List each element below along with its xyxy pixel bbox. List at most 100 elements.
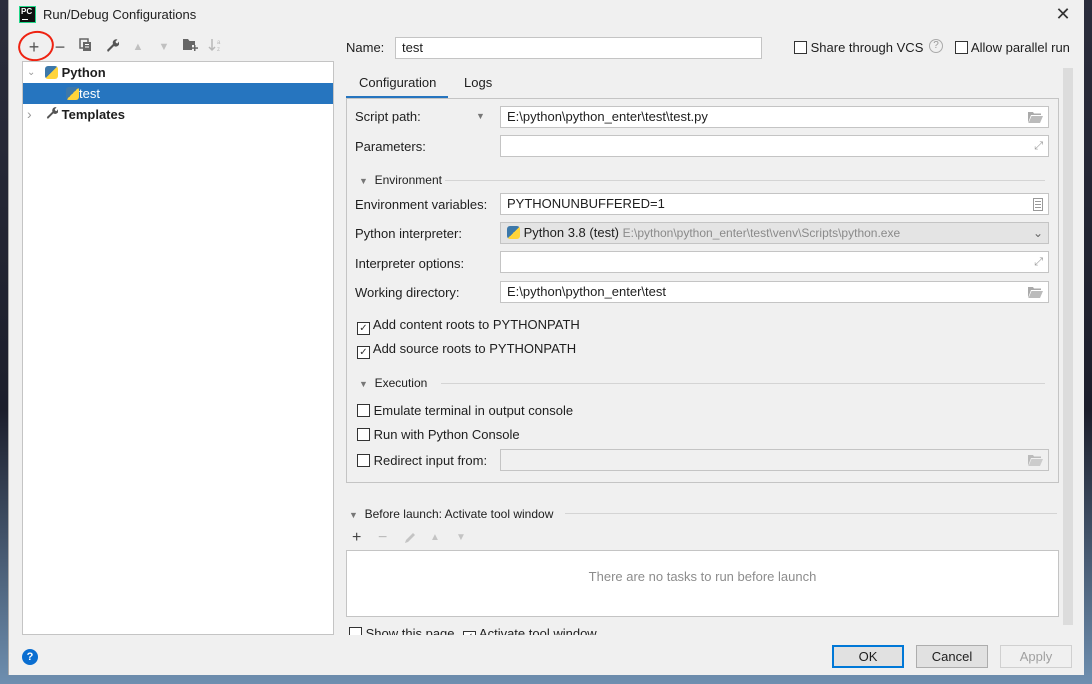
section-divider: [565, 513, 1057, 514]
checkbox-box[interactable]: [794, 41, 807, 54]
tree-item-label: Templates: [61, 107, 125, 122]
share-vcs-checkbox[interactable]: Share through VCS: [794, 40, 923, 55]
folder-icon[interactable]: [1028, 107, 1043, 127]
activate-tool-checkbox[interactable]: ✓ Activate tool window: [463, 626, 597, 635]
python-icon: [66, 87, 79, 100]
before-launch-header[interactable]: ▼ Before launch: Activate tool window: [349, 507, 553, 521]
folder-icon[interactable]: [1028, 282, 1043, 302]
redirect-input-checkbox[interactable]: Redirect input from:: [357, 453, 487, 468]
checkbox-checked[interactable]: ✓: [463, 631, 476, 635]
allow-parallel-label: Allow parallel run: [970, 40, 1070, 55]
working-dir-input[interactable]: E:\python\python_enter\test: [500, 281, 1049, 303]
script-path-value: E:\python\python_enter\test\test.py: [507, 109, 708, 124]
new-folder-icon[interactable]: [181, 38, 199, 56]
configuration-tree: ⌄ Python test › Templates: [22, 61, 334, 635]
section-divider: [441, 383, 1045, 384]
name-label-text: Name:: [346, 40, 385, 55]
name-label: Name:: [346, 40, 384, 55]
title-bar: PC Run/Debug Configurations ✕: [9, 0, 1084, 30]
script-path-label: Script path:: [355, 109, 421, 124]
app-icon-text: PC: [21, 7, 33, 16]
folder-icon: [1028, 450, 1043, 470]
tab-logs[interactable]: Logs: [464, 72, 492, 98]
interpreter-label: Python interpreter:: [355, 226, 462, 241]
checkbox-box[interactable]: [955, 41, 968, 54]
window-title: Run/Debug Configurations: [43, 7, 197, 22]
wrench-icon: [45, 104, 59, 125]
pycharm-app-icon: PC: [19, 6, 36, 23]
checkbox-box[interactable]: [357, 428, 370, 441]
execution-section-label: Execution: [374, 376, 428, 390]
add-source-roots-checkbox[interactable]: ✓ Add source roots to PYTHONPATH: [357, 341, 576, 359]
working-dir-label: Working directory:: [355, 285, 460, 300]
redirect-input-field: [500, 449, 1049, 471]
collapse-triangle-icon: ▼: [349, 510, 358, 520]
cancel-button[interactable]: Cancel: [916, 645, 988, 668]
apply-button: Apply: [1000, 645, 1072, 668]
allow-parallel-checkbox[interactable]: Allow parallel run: [955, 40, 1070, 55]
tree-item-test[interactable]: test: [23, 83, 333, 104]
wrench-icon[interactable]: [103, 38, 121, 56]
env-vars-input[interactable]: PYTHONUNBUFFERED=1: [500, 193, 1049, 215]
tree-item-templates[interactable]: › Templates: [23, 104, 333, 125]
expand-icon[interactable]: ⤢: [1034, 136, 1043, 156]
edit-list-icon[interactable]: [1033, 194, 1043, 214]
share-vcs-label: Share through VCS: [810, 40, 924, 55]
vertical-scrollbar[interactable]: [1063, 68, 1073, 625]
chevron-down-icon[interactable]: ⌄: [1033, 223, 1043, 243]
env-vars-value: PYTHONUNBUFFERED=1: [507, 196, 665, 211]
environment-section-header[interactable]: ▼ Environment: [359, 173, 442, 187]
section-divider: [445, 180, 1045, 181]
add-source-roots-label: Add source roots to PYTHONPATH: [372, 341, 577, 356]
name-input[interactable]: test: [395, 37, 762, 59]
working-dir-value: E:\python\python_enter\test: [507, 284, 666, 299]
env-vars-label: Environment variables:: [355, 197, 488, 212]
checkbox-box[interactable]: [357, 404, 370, 417]
activate-tool-label: Activate tool window: [478, 626, 597, 635]
ok-button[interactable]: OK: [832, 645, 904, 668]
empty-tasks-text: There are no tasks to run before launch: [588, 569, 817, 584]
help-icon[interactable]: ?: [929, 39, 943, 53]
parameters-input[interactable]: ⤢: [500, 135, 1049, 157]
interp-options-label: Interpreter options:: [355, 256, 465, 271]
edit-task-icon: [404, 531, 417, 547]
tree-item-label: test: [79, 86, 100, 101]
move-down-icon: ▼: [158, 41, 170, 53]
expand-icon[interactable]: ⤢: [1034, 252, 1043, 272]
interp-options-input[interactable]: ⤢: [500, 251, 1049, 273]
emulate-terminal-label: Emulate terminal in output console: [373, 403, 574, 418]
tab-configuration[interactable]: Configuration: [359, 72, 436, 98]
remove-icon[interactable]: −: [51, 38, 69, 56]
show-page-label: Show this page: [365, 626, 455, 635]
add-content-roots-checkbox[interactable]: ✓ Add content roots to PYTHONPATH: [357, 317, 580, 335]
svg-text:a: a: [217, 40, 221, 46]
close-button[interactable]: ✕: [1053, 4, 1073, 24]
collapse-triangle-icon: ▼: [359, 176, 368, 186]
move-task-up-icon: ▲: [430, 532, 440, 543]
tree-item-label: Python: [61, 65, 106, 80]
execution-section-header[interactable]: ▼ Execution: [359, 376, 427, 390]
help-button[interactable]: ?: [22, 649, 38, 665]
emulate-terminal-checkbox[interactable]: Emulate terminal in output console: [357, 403, 573, 418]
run-console-checkbox[interactable]: Run with Python Console: [357, 427, 520, 442]
copy-icon[interactable]: [77, 38, 95, 56]
interpreter-path: E:\python\python_enter\test\venv\Scripts…: [622, 226, 901, 240]
checkbox-checked[interactable]: ✓: [357, 322, 370, 335]
checkbox-box[interactable]: [349, 627, 362, 635]
script-type-dropdown[interactable]: ▼: [476, 111, 485, 121]
show-page-checkbox[interactable]: Show this page: [349, 626, 455, 635]
remove-task-icon: −: [378, 529, 388, 546]
interpreter-select[interactable]: Python 3.8 (test) E:\python\python_enter…: [500, 222, 1049, 244]
checkbox-checked[interactable]: ✓: [357, 346, 370, 359]
chevron-down-icon[interactable]: ⌄: [27, 62, 35, 83]
chevron-right-icon[interactable]: ›: [27, 104, 32, 125]
script-path-input[interactable]: E:\python\python_enter\test\test.py: [500, 106, 1049, 128]
add-content-roots-label: Add content roots to PYTHONPATH: [372, 317, 580, 332]
python-icon: [507, 226, 520, 239]
run-debug-dialog: PC Run/Debug Configurations ✕ + − ▲ ▼ az…: [8, 0, 1084, 675]
tree-item-python[interactable]: ⌄ Python: [23, 62, 333, 83]
redirect-input-label: Redirect input from:: [373, 453, 488, 468]
run-console-label: Run with Python Console: [373, 427, 520, 442]
add-task-icon[interactable]: +: [352, 529, 361, 547]
checkbox-box[interactable]: [357, 454, 370, 467]
